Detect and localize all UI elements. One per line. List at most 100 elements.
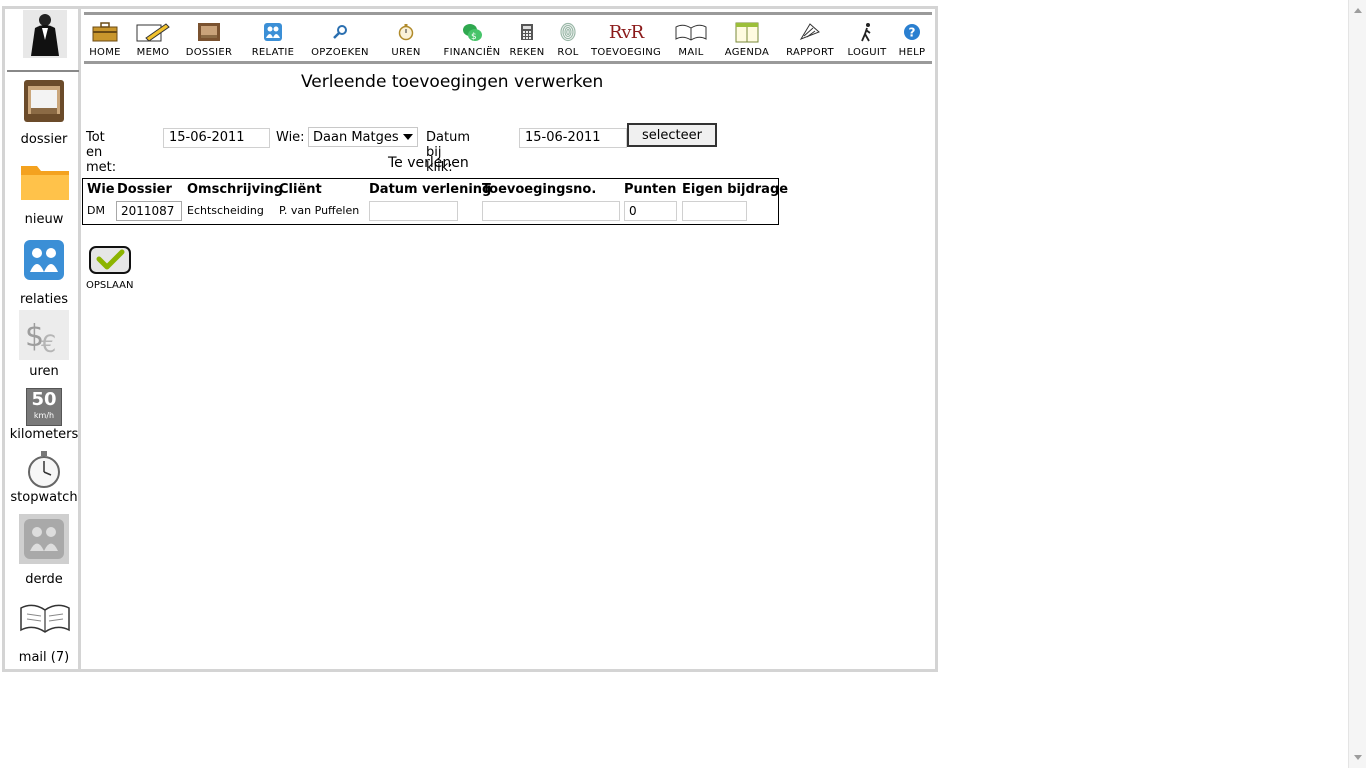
scroll-up-arrow-icon[interactable] bbox=[1354, 8, 1362, 13]
toolbar-toevoeging[interactable]: RvR TOEVOEGING bbox=[589, 21, 663, 59]
sidebar-item-stopwatch[interactable]: stopwatch bbox=[3, 450, 85, 505]
checkmark-icon bbox=[86, 246, 134, 278]
chevron-down-icon bbox=[403, 134, 413, 140]
own-contribution-input[interactable] bbox=[682, 201, 747, 221]
toolbar-label: TOEVOEGING bbox=[590, 47, 662, 58]
sidebar-item-uren[interactable]: $ € uren bbox=[3, 310, 85, 379]
section-title: Te verlenen bbox=[388, 155, 469, 171]
sidebar-item-label: relaties bbox=[19, 292, 69, 307]
toolbar-rapport[interactable]: RAPPORT bbox=[782, 21, 838, 58]
toolbar-help[interactable]: ? HELP bbox=[896, 21, 928, 58]
toolbar-relatie[interactable]: RELATIE bbox=[250, 21, 296, 58]
sidebar-item-label: mail (7) bbox=[18, 650, 70, 665]
sidebar: dossier nieuw relaties $ € uren 50 km/h … bbox=[3, 6, 79, 669]
column-header: Punten bbox=[624, 182, 677, 197]
svg-text:?: ? bbox=[909, 26, 916, 40]
cell-client: P. van Puffelen bbox=[279, 204, 360, 217]
select-button[interactable]: selecteer bbox=[627, 123, 717, 147]
toolbar-label: REKEN bbox=[509, 47, 545, 58]
sidebar-item-label: uren bbox=[29, 364, 59, 379]
until-label: Tot en met: bbox=[86, 130, 117, 175]
points-input[interactable]: 0 bbox=[624, 201, 677, 221]
column-header: Wie bbox=[87, 182, 115, 197]
date-granted-input[interactable] bbox=[369, 201, 458, 221]
toolbar-reken[interactable]: REKEN bbox=[508, 21, 546, 58]
column-header: Eigen bijdrage bbox=[682, 182, 789, 197]
open-book-icon bbox=[19, 600, 70, 640]
help-icon: ? bbox=[896, 21, 928, 43]
toolbar-financien[interactable]: $ FINANCIËN bbox=[442, 21, 502, 58]
sidebar-item-kilometers[interactable]: 50 km/h kilometers bbox=[3, 388, 85, 442]
toolbar-uren[interactable]: UREN bbox=[390, 21, 422, 58]
dossier-icon bbox=[184, 21, 234, 43]
toolbar-loguit[interactable]: LOGUIT bbox=[844, 21, 890, 58]
toolbar-agenda[interactable]: AGENDA bbox=[724, 21, 770, 58]
until-date-input[interactable]: 15-06-2011 bbox=[163, 128, 270, 148]
money-icon: $ bbox=[442, 21, 502, 43]
toolbar-mail[interactable]: MAIL bbox=[674, 21, 708, 58]
column-header: Omschrijving bbox=[187, 182, 284, 197]
date-click-input[interactable]: 15-06-2011 bbox=[519, 128, 627, 148]
cell-description: Echtscheiding bbox=[187, 204, 264, 217]
toolbar-label: FINANCIËN bbox=[443, 47, 501, 58]
pencil-icon bbox=[136, 21, 170, 43]
toolbar-label: MEMO bbox=[136, 47, 170, 58]
open-book-icon bbox=[674, 21, 708, 43]
toolbar-dossier[interactable]: DOSSIER bbox=[184, 21, 234, 58]
who-select[interactable]: Daan Matges bbox=[308, 127, 418, 147]
report-icon bbox=[782, 21, 838, 43]
sidebar-item-label: derde bbox=[25, 572, 63, 587]
app-frame bbox=[2, 6, 938, 672]
column-header: Datum verlening bbox=[369, 182, 492, 197]
main-toolbar: HOME MEMO DOSSIER RELATIE OPZOEKEN UREN … bbox=[84, 12, 932, 64]
relations-icon bbox=[19, 238, 69, 288]
calendar-icon bbox=[724, 21, 770, 43]
toolbar-memo[interactable]: MEMO bbox=[136, 21, 170, 58]
fingerprint-icon bbox=[554, 21, 582, 43]
sidebar-item-relaties[interactable]: relaties bbox=[3, 238, 85, 307]
assignment-number-input[interactable] bbox=[482, 201, 620, 221]
toolbar-rol[interactable]: ROL bbox=[554, 21, 582, 58]
toolbar-label: HELP bbox=[898, 47, 926, 58]
toolbar-label: RAPPORT bbox=[786, 47, 834, 58]
column-header: Toevoegingsno. bbox=[482, 182, 597, 197]
toolbar-home[interactable]: HOME bbox=[88, 21, 122, 58]
svg-text:€: € bbox=[41, 330, 56, 358]
speed-sign-icon: 50 km/h bbox=[19, 388, 69, 428]
who-select-value: Daan Matges bbox=[313, 129, 399, 145]
assignments-table: Wie Dossier Omschrijving Cliënt Datum ve… bbox=[82, 178, 788, 225]
sidebar-item-label: dossier bbox=[20, 132, 68, 147]
sidebar-item-label: kilometers bbox=[9, 427, 79, 442]
rvr-logo-text: RvR bbox=[608, 21, 644, 43]
scroll-down-arrow-icon[interactable] bbox=[1354, 755, 1362, 760]
sidebar-item-dossier[interactable]: dossier bbox=[3, 78, 85, 147]
sidebar-item-label: nieuw bbox=[24, 212, 64, 227]
toolbar-label: MAIL bbox=[678, 47, 704, 58]
rvr-logo-icon: RvR bbox=[589, 21, 663, 43]
sidebar-item-derde[interactable]: derde bbox=[3, 514, 85, 587]
magnifier-icon bbox=[310, 21, 370, 43]
toolbar-label: LOGUIT bbox=[847, 47, 887, 58]
toolbar-label: DOSSIER bbox=[185, 47, 233, 58]
vertical-scrollbar[interactable] bbox=[1348, 0, 1366, 768]
toolbar-label: ROL bbox=[557, 47, 579, 58]
stopwatch-icon bbox=[390, 21, 422, 43]
cell-who: DM bbox=[87, 204, 105, 217]
toolbar-opzoeken[interactable]: OPZOEKEN bbox=[310, 21, 370, 58]
column-header: Dossier bbox=[117, 182, 172, 197]
page-title: Verleende toevoegingen verwerken bbox=[301, 72, 604, 92]
walking-man-icon bbox=[844, 21, 890, 43]
toolbar-label: RELATIE bbox=[251, 47, 295, 58]
sidebar-item-mail[interactable]: mail (7) bbox=[3, 600, 85, 665]
sidebar-item-nieuw[interactable]: nieuw bbox=[3, 158, 85, 227]
sidebar-item-label: stopwatch bbox=[10, 490, 78, 505]
save-button[interactable]: OPSLAAN bbox=[86, 246, 134, 291]
speed-sign-number: 50 bbox=[31, 389, 57, 410]
cell-dossier[interactable]: 2011087 bbox=[116, 201, 182, 221]
lawyer-logo-icon bbox=[23, 10, 67, 58]
svg-text:$: $ bbox=[471, 32, 477, 42]
folder-icon bbox=[19, 158, 69, 208]
toolbar-label: OPZOEKEN bbox=[311, 47, 369, 58]
third-party-icon bbox=[19, 514, 69, 564]
currency-icon: $ € bbox=[19, 310, 69, 360]
